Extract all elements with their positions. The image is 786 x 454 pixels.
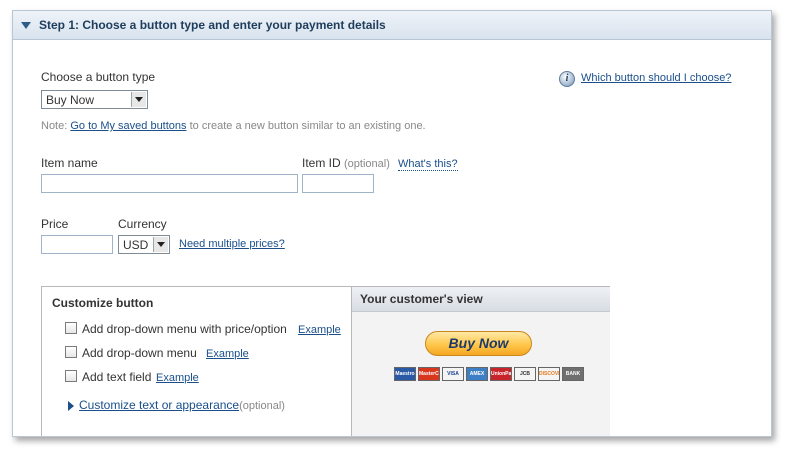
option-label-price-dropdown: Add drop-down menu with price/option (82, 322, 287, 336)
expand-triangle-icon[interactable] (68, 401, 74, 411)
card-logo-unionpay-icon: UnionPay (490, 367, 512, 381)
example-link-dropdown[interactable]: Example (206, 348, 249, 360)
saved-buttons-link[interactable]: Go to My saved buttons (70, 120, 186, 132)
example-link-price-dropdown[interactable]: Example (298, 324, 341, 336)
item-id-input[interactable] (302, 174, 374, 193)
card-logo-mastercard-icon: MasterCard (418, 367, 440, 381)
card-logo-amex-icon: AMEX (466, 367, 488, 381)
option-checkbox-dropdown[interactable] (65, 346, 77, 358)
customize-appearance-optional: (optional) (239, 400, 285, 412)
price-input[interactable] (41, 235, 113, 254)
saved-buttons-note: Note: Go to My saved buttons to create a… (41, 120, 426, 132)
price-label: Price (41, 217, 69, 231)
customize-appearance-row: Customize text or appearance(optional) (79, 398, 285, 412)
dropdown-arrow-icon[interactable] (131, 92, 146, 107)
option-label-text-field: Add text field (82, 370, 152, 384)
step-panel: Step 1: Choose a button type and enter y… (12, 10, 772, 437)
info-icon[interactable]: i (559, 71, 575, 87)
card-logo-discover-icon: DISCOVER (538, 367, 560, 381)
step-title: Step 1: Choose a button type and enter y… (39, 18, 386, 32)
card-logo-visa-icon: VISA (442, 367, 464, 381)
button-type-select[interactable]: Buy Now (41, 90, 148, 109)
whats-this-wrap: What's this? (398, 156, 458, 171)
which-button-link[interactable]: Which button should I choose? (581, 72, 731, 84)
note-prefix: Note: (41, 120, 68, 132)
button-type-value: Buy Now (46, 93, 95, 107)
item-id-label-text: Item ID (302, 156, 341, 170)
dropdown-arrow-icon[interactable] (153, 237, 168, 252)
customize-panel: Customize button Add drop-down menu with… (41, 286, 610, 436)
customize-appearance-link[interactable]: Customize text or appearance (79, 398, 239, 412)
card-logo-bank-icon: BANK (562, 367, 584, 381)
collapse-triangle-icon[interactable] (21, 22, 31, 29)
step-header[interactable]: Step 1: Choose a button type and enter y… (13, 11, 771, 40)
currency-select[interactable]: USD (118, 235, 170, 254)
whats-this-link[interactable]: What's this? (398, 158, 458, 171)
currency-label: Currency (118, 217, 167, 231)
note-suffix: to create a new button similar to an exi… (189, 120, 426, 132)
item-id-label: Item ID (optional) (302, 156, 390, 170)
button-type-label: Choose a button type (41, 70, 156, 84)
customer-view-header: Your customer's view (352, 287, 610, 312)
customer-view-section: Your customer's view Buy Now Maestro Mast… (351, 287, 610, 436)
customize-section: Customize button Add drop-down menu with… (42, 287, 351, 436)
customer-view-title: Your customer's view (360, 292, 483, 306)
example-link-text-field[interactable]: Example (156, 372, 199, 384)
buy-now-preview-button[interactable]: Buy Now (425, 331, 532, 356)
option-checkbox-price-dropdown[interactable] (65, 322, 77, 334)
currency-value: USD (123, 238, 149, 252)
card-logo-jcb-icon: JCB (514, 367, 536, 381)
customize-title: Customize button (52, 296, 154, 310)
option-checkbox-text-field[interactable] (65, 370, 77, 382)
card-logo-maestro-icon: Maestro (394, 367, 416, 381)
item-name-input[interactable] (41, 174, 298, 193)
item-name-label: Item name (41, 156, 98, 170)
option-label-dropdown: Add drop-down menu (82, 346, 197, 360)
multiple-prices-link[interactable]: Need multiple prices? (179, 238, 285, 250)
item-id-optional: (optional) (344, 158, 390, 170)
